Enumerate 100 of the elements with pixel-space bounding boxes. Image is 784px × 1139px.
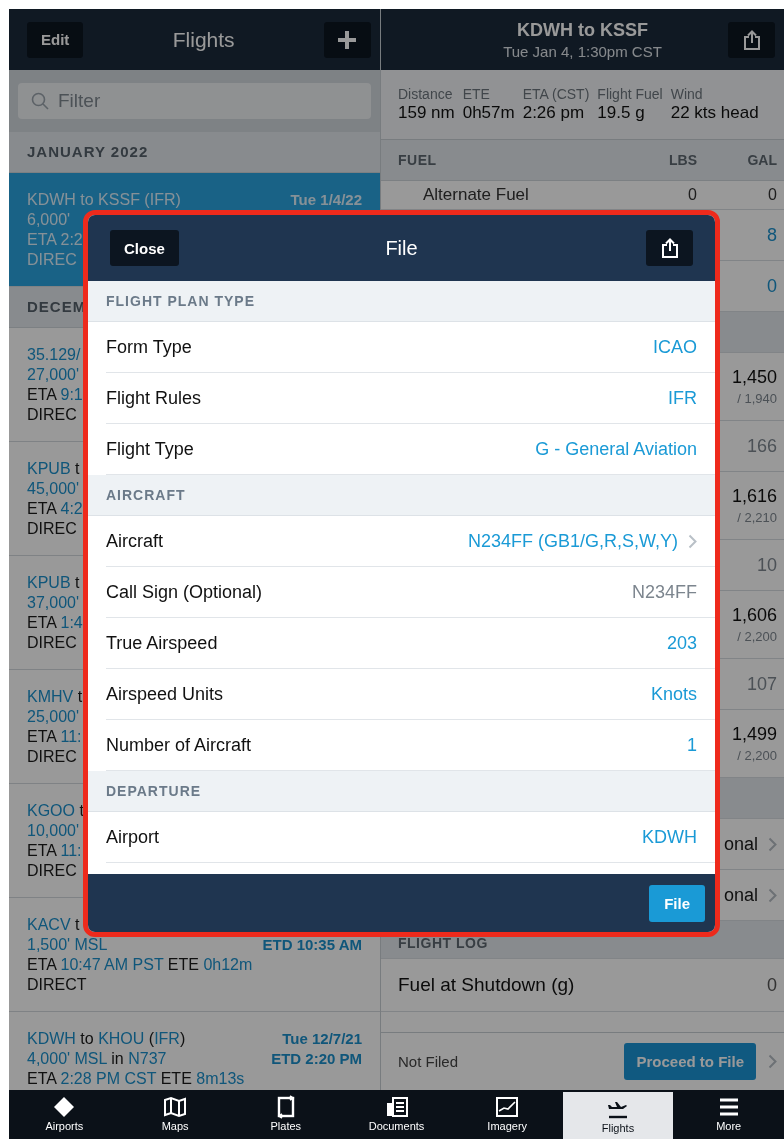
flight-subtitle: Tue Jan 4, 1:30pm CST — [502, 42, 663, 60]
row-label: Fuel at Shutdown (g) — [398, 974, 575, 996]
table-cell-text: 0 — [687, 186, 697, 204]
search-icon — [31, 92, 49, 110]
edit-button[interactable]: Edit — [27, 21, 84, 58]
stat-value: 2:26 pm — [522, 103, 586, 123]
form-row[interactable]: Aircraft N234FF (GB1/G,R,S,W,Y) — [106, 516, 715, 567]
stat-label: Distance — [398, 86, 454, 102]
row-label: Aircraft — [106, 530, 163, 552]
weight-value: 1,616 — [731, 486, 777, 507]
form-row[interactable]: Form Type ICAO — [106, 322, 715, 373]
row-value: 166 — [746, 435, 777, 457]
flight-detail-text: KPUB t — [27, 573, 80, 593]
dialog-title: File — [384, 236, 419, 260]
share-button[interactable] — [646, 230, 693, 266]
tab-button[interactable]: Documents — [341, 1090, 452, 1139]
section-header: DEPARTURE — [88, 771, 715, 812]
flight-detail-text: ETA 11: — [27, 727, 82, 747]
row-value: ICAO — [653, 336, 697, 358]
share-icon — [660, 238, 679, 258]
flight-detail-text: KDWH to KSSF (IFR) — [27, 190, 181, 210]
stat-label: Flight Fuel — [597, 86, 663, 102]
chevron-icon — [768, 887, 777, 903]
add-button[interactable] — [324, 21, 371, 58]
flight-detail-text: ETA 1:4 — [27, 613, 83, 633]
flight-detail-text: 6,000' — [27, 210, 71, 230]
search-field[interactable]: Filter — [18, 83, 371, 119]
flight-detail-text: DIREC — [27, 250, 77, 270]
weight-limit: / 1,940 — [737, 391, 777, 406]
tab-button[interactable]: More — [673, 1090, 784, 1139]
section-header: JANUARY 2022 — [9, 132, 380, 173]
stat-value: 159 nm — [398, 103, 455, 123]
row-label: Form Type — [106, 336, 192, 358]
flight-detail-text: 35.129/ — [27, 345, 81, 365]
weight-limit: / 2,210 — [737, 510, 777, 525]
flight-detail-text: 10,000' — [27, 821, 79, 841]
stat-label: ETE — [462, 86, 491, 102]
row-value: 107 — [746, 673, 777, 695]
tab-button[interactable]: Plates — [230, 1090, 342, 1139]
flight-detail-text: ETA 10:47 AM PST ETE 0h12m — [27, 955, 253, 975]
row-value: N234FF (GB1/G,R,S,W,Y) — [467, 530, 678, 552]
flight-title: KDWH to KSSF — [516, 19, 649, 41]
stat-value: 22 kts head — [670, 103, 759, 123]
flight-detail-text: ETA 9:1 — [27, 385, 83, 405]
flight-detail-text: KPUB t — [27, 459, 80, 479]
chevron-icon — [768, 836, 777, 852]
row-value: IFR — [668, 387, 697, 409]
row-label: Airspeed Units — [106, 683, 224, 705]
form-row[interactable]: True Airspeed 203 — [106, 618, 715, 669]
flight-detail-text: DIREC — [27, 519, 77, 539]
flight-detail-text: 27,000' — [27, 365, 79, 385]
weight-limit: / 2,200 — [737, 748, 777, 763]
form-row[interactable]: Call Sign (Optional) N234FF — [106, 567, 715, 618]
tab-button[interactable]: Imagery — [451, 1090, 563, 1139]
close-button[interactable]: Close — [110, 230, 179, 266]
section-title: FLIGHT LOG — [398, 935, 488, 951]
row-value: 0 — [767, 275, 777, 297]
tab-button[interactable]: Flights — [562, 1092, 674, 1139]
flight-date-text: ETD 2:20 PM — [271, 1049, 362, 1069]
form-row[interactable]: Flight Rules IFR — [106, 373, 715, 424]
row-value: G - General Aviation — [535, 438, 697, 460]
weight-limit: / 2,200 — [737, 629, 777, 644]
flight-detail-text: KDWH to KHOU (IFR) — [27, 1029, 186, 1049]
column-header: LBS — [668, 152, 697, 168]
stat-label: ETA (CST) — [522, 86, 590, 102]
row-value: N234FF — [631, 581, 697, 603]
row-value: KDWH — [642, 826, 697, 848]
flight-date-text: ETD 10:35 AM — [262, 935, 362, 955]
flight-detail-text: 1,500' MSL — [27, 935, 108, 955]
stat-value: 0h57m — [462, 103, 515, 123]
row-label: Number of Aircraft — [106, 734, 252, 756]
tab-icon — [162, 1095, 189, 1119]
tab-icon — [494, 1095, 521, 1119]
weight-value: 1,606 — [731, 605, 777, 626]
row-value: 8 — [767, 224, 777, 246]
form-row[interactable]: Airport KDWH — [106, 812, 715, 863]
flight-date-text: Tue 12/7/21 — [282, 1029, 362, 1049]
flight-detail-text: 25,000' — [27, 707, 79, 727]
form-row[interactable]: Airspeed Units Knots — [106, 669, 715, 720]
row-value: 203 — [666, 632, 697, 654]
section-header: AIRCRAFT — [88, 475, 715, 516]
row-value: 10 — [756, 554, 777, 576]
share-icon — [742, 29, 761, 50]
table-cell-text: 0 — [767, 186, 777, 204]
flight-detail-text: DIREC — [27, 405, 77, 425]
sidebar-title: Flights — [172, 27, 235, 52]
tab-button[interactable]: Airports — [9, 1090, 120, 1139]
weight-value: 1,499 — [731, 724, 777, 745]
chevron-icon — [768, 1054, 777, 1069]
tab-button[interactable]: Maps — [119, 1090, 231, 1139]
flight-detail-text: DIREC — [27, 747, 77, 767]
row-label: True Airspeed — [106, 632, 218, 654]
column-header: GAL — [746, 152, 777, 168]
flight-detail-text: ETA 11: — [27, 841, 82, 861]
row-label: Call Sign (Optional) — [106, 581, 263, 603]
row-value: 0 — [767, 974, 777, 996]
stat-value: 19.5 g — [597, 103, 646, 123]
filing-status: Not Filed — [398, 1053, 460, 1070]
flight-detail-text: ETA 2:2 — [27, 230, 83, 250]
share-button[interactable] — [728, 21, 775, 58]
